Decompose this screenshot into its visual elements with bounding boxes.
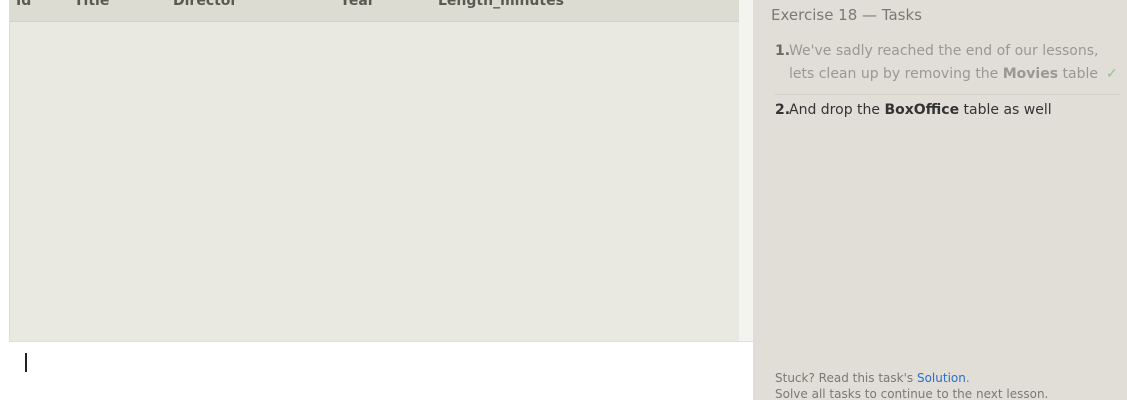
task-table-name: Movies (1002, 66, 1059, 82)
result-table-header: Id Title Director Year Length_minutes (10, 0, 739, 22)
column-header-length-minutes: Length_minutes (438, 0, 564, 9)
tasks-footer: Stuck? Read this task's Solution. Solve … (775, 370, 1048, 400)
checkmark-icon: ✓ (1105, 66, 1118, 82)
column-header-title: Title (74, 0, 110, 9)
column-header-id: Id (16, 0, 32, 9)
task-text-after: table as well (959, 102, 1052, 118)
task-table-name: BoxOffice (884, 102, 960, 118)
task-text-before: And drop the (789, 102, 885, 118)
query-editor[interactable] (9, 341, 753, 400)
tasks-panel: Exercise 18 — Tasks 1. We've sadly reach… (753, 0, 1127, 400)
task-item-2: 2. And drop the BoxOffice table as well (775, 99, 1120, 122)
continue-hint: Solve all tasks to continue to the next … (775, 387, 1049, 400)
stuck-line: Stuck? Read this task's Solution. (775, 370, 1048, 386)
result-table-panel: Id Title Director Year Length_minutes (9, 0, 740, 341)
sqlbolt-exercise-page: Id Title Director Year Length_minutes Ex… (0, 0, 1127, 400)
column-header-director: Director (173, 0, 238, 9)
result-table-scrollbar[interactable] (739, 0, 753, 341)
task-number: 2. (775, 102, 791, 118)
task-text-after: table (1058, 66, 1098, 82)
solution-link[interactable]: Solution (917, 371, 966, 385)
tasks-panel-title: Exercise 18 — Tasks (771, 6, 922, 24)
stuck-text: Stuck? Read this task's (775, 371, 917, 385)
task-number: 1. (775, 43, 791, 59)
column-header-year: Year (340, 0, 375, 9)
task-list: 1. We've sadly reached the end of our le… (775, 40, 1120, 122)
text-cursor (25, 353, 27, 372)
stuck-period: . (965, 371, 970, 385)
task-item-1: 1. We've sadly reached the end of our le… (775, 40, 1120, 95)
